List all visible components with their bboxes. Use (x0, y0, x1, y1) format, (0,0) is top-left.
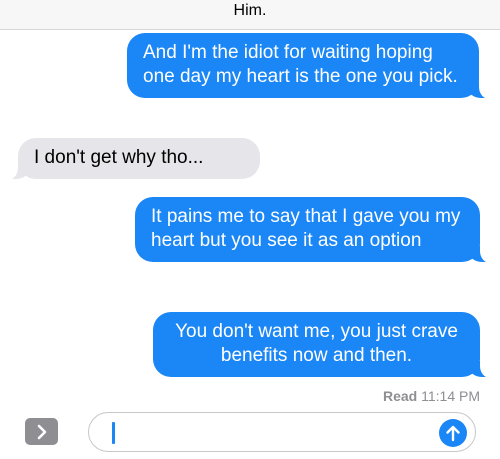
read-label: Read (382, 388, 418, 404)
message-bubble-received[interactable]: I don't get why tho... (4, 138, 260, 180)
send-button[interactable] (439, 419, 467, 447)
arrow-up-icon (446, 425, 460, 442)
conversation-header: Him. (0, 0, 500, 30)
contact-name[interactable]: Him. (234, 2, 267, 20)
message-bubble-sent[interactable]: It pains me to say that I gave you my he… (135, 197, 494, 263)
text-caret (112, 422, 115, 444)
read-receipt: Read 11:14 PM (383, 388, 480, 404)
expand-apps-button[interactable] (25, 418, 58, 445)
read-time: 11:14 PM (421, 388, 480, 404)
message-composer (0, 404, 500, 459)
message-bubble-sent[interactable]: You don't want me, you just crave benefi… (153, 312, 494, 378)
chevron-right-icon (37, 424, 46, 439)
message-input[interactable] (88, 412, 476, 452)
message-bubble-sent[interactable]: And I'm the idiot for waiting hoping one… (127, 33, 493, 99)
